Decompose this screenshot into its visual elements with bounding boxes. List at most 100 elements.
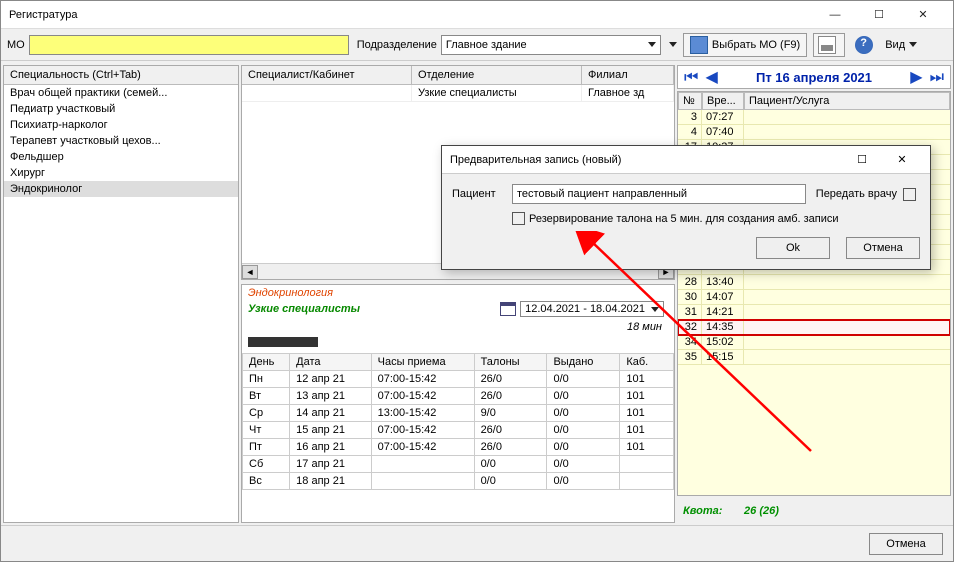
quota-label: Квота: [683, 505, 722, 517]
cancel-button[interactable]: Отмена [869, 533, 943, 555]
slot-row[interactable]: 307:27 [678, 110, 950, 125]
date-range-input[interactable]: 12.04.2021 - 18.04.2021 [520, 301, 664, 317]
minutes-label: 18 мин [619, 321, 670, 333]
mid-panel: Специалист/Кабинет Отделение Филиал Узки… [241, 65, 675, 523]
slot-row[interactable]: 3214:35 [678, 320, 950, 335]
slot-row[interactable]: 3515:15 [678, 350, 950, 365]
date-range-row: 12.04.2021 - 18.04.2021 [494, 301, 670, 317]
schedule-panel: Эндокринология Узкие специалисты 12.04.2… [241, 284, 675, 523]
dialog-titlebar: Предварительная запись (новый) ☐ ✕ [442, 146, 930, 174]
subdiv-value: Главное здание [446, 39, 527, 51]
subdiv-extra-dropdown-icon[interactable] [669, 42, 677, 47]
specialty-item[interactable]: Педиатр участковый [4, 101, 238, 117]
subdiv-label: Подразделение [357, 39, 437, 51]
dropdown-icon [648, 42, 656, 47]
maximize-button[interactable]: ☐ [857, 1, 901, 29]
slot-row[interactable]: 3114:21 [678, 305, 950, 320]
col-time: Вре... [702, 92, 744, 110]
calendar-icon[interactable] [500, 302, 516, 316]
col-branch: Филиал [582, 66, 674, 84]
week-row[interactable]: Ср14 апр 2113:00-15:429/00/0101 [243, 405, 674, 422]
nav-prev-icon[interactable]: ◀ [703, 69, 719, 86]
handover-label: Передать врачу [816, 188, 897, 200]
nav-last-icon[interactable]: ⏭ [928, 69, 946, 86]
choose-mo-button[interactable]: Выбрать МО (F9) [683, 33, 807, 57]
current-date: Пт 16 апреля 2021 [756, 70, 872, 85]
week-col: Дата [290, 354, 371, 371]
slots-header: № Вре... Пациент/Услуга [678, 92, 950, 110]
dialog-cancel-button[interactable]: Отмена [846, 237, 920, 259]
choose-mo-icon [690, 36, 708, 54]
specialty-list[interactable]: Врач общей практики (семей...Педиатр уча… [4, 85, 238, 522]
specialty-item[interactable]: Врач общей практики (семей... [4, 85, 238, 101]
slot-row[interactable]: 3415:02 [678, 335, 950, 350]
patient-input[interactable] [512, 184, 806, 204]
slot-row[interactable]: 407:40 [678, 125, 950, 140]
specialty-item[interactable]: Эндокринолог [4, 181, 238, 197]
quota-row: Квота: 26 (26) [677, 496, 951, 523]
subdiv-select[interactable]: Главное здание [441, 35, 661, 55]
patient-label: Пациент [452, 188, 512, 200]
dialog-title: Предварительная запись (новый) [450, 154, 842, 166]
week-row[interactable]: Пт16 апр 2107:00-15:4226/00/0101 [243, 439, 674, 456]
specialty-item[interactable]: Психиатр-нарколог [4, 117, 238, 133]
right-panel: ⏮ ◀ Пт 16 апреля 2021 ▶ ⏭ № Вре... Пацие… [677, 65, 951, 523]
week-col: Выдано [547, 354, 620, 371]
col-number: № [678, 92, 702, 110]
nav-next-icon[interactable]: ▶ [908, 69, 924, 86]
week-row[interactable]: Чт15 апр 2107:00-15:4226/00/0101 [243, 422, 674, 439]
window-titlebar: Регистратура — ☐ ✕ [1, 1, 953, 29]
print-button[interactable] [813, 33, 845, 57]
mo-input[interactable] [29, 35, 349, 55]
dialog-ok-button[interactable]: Ok [756, 237, 830, 259]
reserve-checkbox[interactable] [512, 212, 525, 225]
specialty-item[interactable]: Хирург [4, 165, 238, 181]
specialty-header: Специальность (Ctrl+Tab) [4, 66, 238, 85]
slot-row[interactable]: 3014:07 [678, 290, 950, 305]
window-controls: — ☐ ✕ [813, 1, 945, 29]
col-patient: Пациент/Услуга [744, 92, 950, 110]
progress-bar [248, 337, 318, 347]
view-label: Вид [885, 39, 905, 51]
dialog-body: Пациент Передать врачу Резервирование та… [442, 174, 930, 269]
main-area: Специальность (Ctrl+Tab) Врач общей прак… [1, 63, 953, 525]
col-department: Отделение [412, 66, 582, 84]
week-col: День [243, 354, 290, 371]
week-row[interactable]: Вс18 апр 210/00/0 [243, 473, 674, 490]
col-specialist: Специалист/Кабинет [242, 66, 412, 84]
specialty-item[interactable]: Фельдшер [4, 149, 238, 165]
handover-checkbox[interactable] [903, 188, 916, 201]
specialty-item[interactable]: Терапевт участковый цехов... [4, 133, 238, 149]
week-row[interactable]: Пн12 апр 2107:00-15:4226/00/0101 [243, 371, 674, 388]
cell-department: Узкие специалисты [412, 85, 582, 101]
specialty-panel: Специальность (Ctrl+Tab) Врач общей прак… [3, 65, 239, 523]
choose-mo-label: Выбрать МО (F9) [712, 39, 800, 51]
date-navigation: ⏮ ◀ Пт 16 апреля 2021 ▶ ⏭ [677, 65, 951, 89]
chevron-down-icon [909, 42, 917, 47]
bottom-bar: Отмена [1, 525, 953, 561]
print-icon [818, 36, 836, 54]
help-button[interactable] [851, 33, 881, 57]
dialog-maximize-button[interactable]: ☐ [842, 146, 882, 174]
window-title: Регистратура [9, 9, 813, 21]
help-icon [855, 36, 873, 54]
scroll-left-icon[interactable]: ◄ [242, 265, 258, 279]
close-button[interactable]: ✕ [901, 1, 945, 29]
week-row[interactable]: Вт13 апр 2107:00-15:4226/00/0101 [243, 388, 674, 405]
specialist-row[interactable]: Узкие специалисты Главное зд [242, 85, 674, 102]
chevron-down-icon [651, 307, 659, 312]
week-grid: ДеньДатаЧасы приемаТалоныВыданоКаб. Пн12… [242, 353, 674, 490]
week-row[interactable]: Сб17 апр 210/00/0 [243, 456, 674, 473]
minimize-button[interactable]: — [813, 1, 857, 29]
slot-row[interactable]: 2813:40 [678, 275, 950, 290]
reserve-label: Резервирование талона на 5 мин. для созд… [529, 213, 839, 225]
quota-value: 26 (26) [744, 505, 779, 517]
dialog-close-button[interactable]: ✕ [882, 146, 922, 174]
dept-title: Эндокринология [242, 285, 674, 301]
specialist-grid-header: Специалист/Кабинет Отделение Филиал [242, 66, 674, 85]
toolbar: МО Подразделение Главное здание Выбрать … [1, 29, 953, 61]
view-dropdown[interactable]: Вид [885, 39, 917, 51]
nav-first-icon[interactable]: ⏮ [682, 69, 700, 86]
main-window: Регистратура — ☐ ✕ МО Подразделение Глав… [0, 0, 954, 562]
week-col: Талоны [474, 354, 547, 371]
